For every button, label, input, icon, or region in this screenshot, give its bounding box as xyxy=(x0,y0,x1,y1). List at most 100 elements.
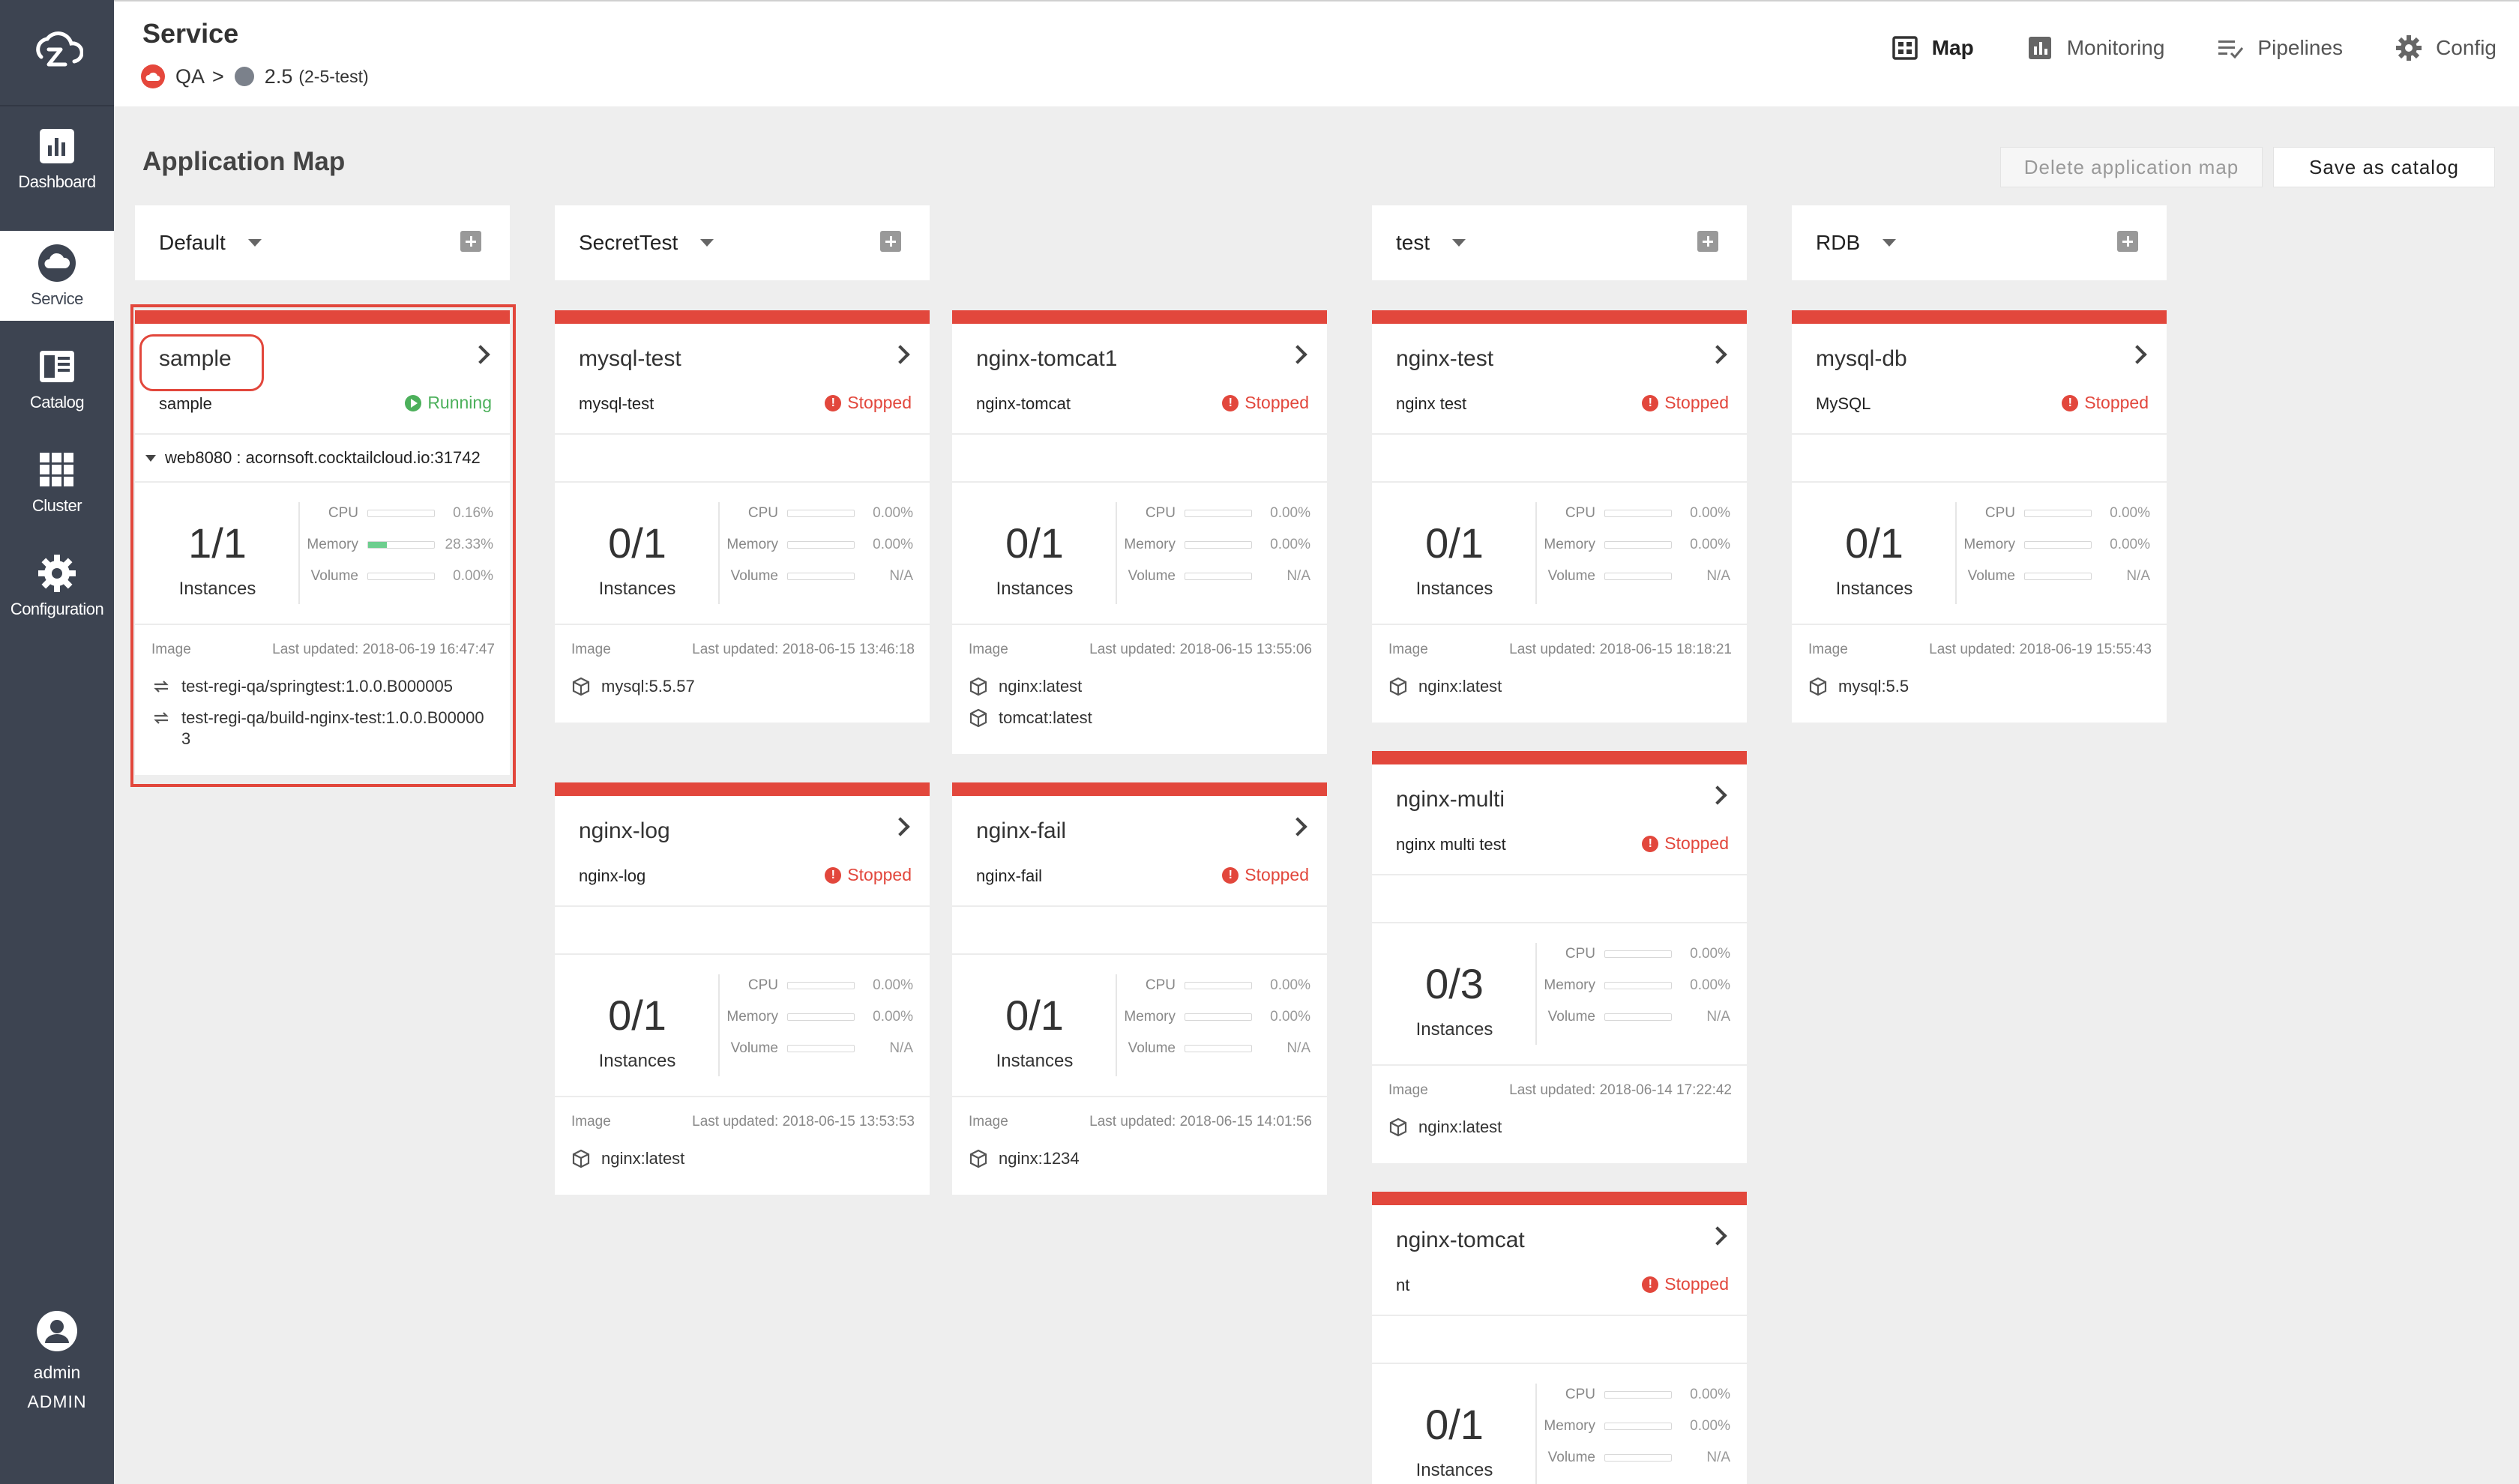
metric-bar xyxy=(787,510,855,517)
group-name: test xyxy=(1396,231,1430,254)
metric-volume: Volume N/A xyxy=(1110,565,1319,588)
metrics-panel: 0/1 Instances CPU 0.00% Memory 0.00% Volume N/A xyxy=(952,955,1327,1097)
metric-value: 0.00% xyxy=(1690,505,1730,521)
chevron-down-icon[interactable] xyxy=(1883,239,1897,247)
service-name[interactable]: nginx-tomcat1 xyxy=(976,346,1117,372)
delete-application-map-button[interactable]: Delete application map xyxy=(2000,147,2263,187)
workspace-icon xyxy=(234,67,254,86)
chevron-right-icon[interactable] xyxy=(1288,345,1307,364)
add-service-icon[interactable] xyxy=(880,231,901,252)
sidebar-item-service[interactable]: Service xyxy=(0,231,114,321)
service-name[interactable]: nginx-fail xyxy=(976,818,1066,844)
add-service-icon[interactable] xyxy=(1697,231,1718,252)
card-header: mysql-db MySQL Stopped xyxy=(1792,324,2167,435)
metric-bar xyxy=(1185,982,1252,989)
metric-bar xyxy=(1185,541,1252,549)
sidebar-item-label: Dashboard xyxy=(18,172,96,191)
image-name: nginx:latest xyxy=(601,1149,685,1168)
warning-icon xyxy=(1642,835,1659,852)
breadcrumb-version[interactable]: 2.5 xyxy=(265,65,293,88)
app-logo[interactable] xyxy=(0,0,114,106)
metric-value: N/A xyxy=(889,568,913,584)
image-cube-icon xyxy=(572,1149,590,1168)
service-name[interactable]: mysql-db xyxy=(1816,346,1907,372)
chevron-right-icon[interactable] xyxy=(1708,785,1727,805)
image-name: nginx:1234 xyxy=(999,1149,1080,1168)
image-cube-icon xyxy=(1809,677,1827,696)
chevron-right-icon[interactable] xyxy=(1708,345,1727,364)
metric-value: N/A xyxy=(1706,1450,1730,1465)
metric-label: Volume xyxy=(1547,1009,1595,1025)
tab-label: Config xyxy=(2436,36,2497,59)
metric-value: 0.00% xyxy=(1270,505,1310,521)
chevron-down-icon[interactable] xyxy=(1452,239,1466,247)
breadcrumb-separator: > xyxy=(212,64,224,88)
metric-volume: Volume N/A xyxy=(1949,565,2159,588)
cluster-icon xyxy=(40,453,73,486)
last-updated: Last updated: 2018-06-15 13:53:53 xyxy=(692,1114,915,1129)
service-card[interactable]: nginx-log nginx-log Stopped 0/1 Instances CPU… xyxy=(555,782,930,1195)
chevron-right-icon[interactable] xyxy=(891,817,910,836)
breadcrumb-cluster[interactable]: QA xyxy=(175,65,205,88)
image-section: Image Last updated: 2018-06-19 15:55:43 my… xyxy=(1792,625,2167,723)
image-label: Image xyxy=(571,642,611,657)
metric-volume: Volume N/A xyxy=(1529,1447,1739,1469)
metric-value: 0.00% xyxy=(1690,1387,1730,1402)
image-cube-icon xyxy=(1389,1117,1407,1137)
chevron-down-icon[interactable] xyxy=(247,239,262,247)
metric-value: N/A xyxy=(1286,1040,1310,1056)
metric-volume: Volume N/A xyxy=(1529,565,1739,588)
user-profile[interactable]: admin ADMIN xyxy=(0,1289,114,1484)
chevron-down-icon[interactable] xyxy=(700,239,714,247)
service-card[interactable]: mysql-db MySQL Stopped 0/1 Instances CPU 0.00%… xyxy=(1792,310,2167,723)
metric-label: Memory xyxy=(1963,537,2015,552)
metric-bar xyxy=(787,541,855,549)
metric-bar xyxy=(1604,510,1672,517)
service-card[interactable]: nginx-fail nginx-fail Stopped 0/1 Instances C… xyxy=(952,782,1327,1195)
service-name[interactable]: nginx-test xyxy=(1396,346,1493,372)
add-service-icon[interactable] xyxy=(460,231,481,252)
service-name[interactable]: nginx-log xyxy=(579,818,670,844)
service-card[interactable]: nginx-tomcat nt Stopped 0/1 Instances CPU 0.00… xyxy=(1372,1192,1747,1484)
group-header-secrettest[interactable]: SecretTest xyxy=(555,205,930,280)
sidebar-item-catalog[interactable]: Catalog xyxy=(0,334,114,424)
status-badge: Stopped xyxy=(825,865,912,885)
metric-value: 0.00% xyxy=(2110,505,2150,521)
service-card[interactable]: nginx-tomcat1 nginx-tomcat Stopped 0/1 Insta… xyxy=(952,310,1327,754)
sidebar-item-label: Configuration xyxy=(10,600,104,618)
tab-monitoring[interactable]: Monitoring xyxy=(2026,34,2164,61)
group-header-test[interactable]: test xyxy=(1372,205,1747,280)
tab-pipelines[interactable]: Pipelines xyxy=(2217,34,2343,61)
status-text: Stopped xyxy=(1664,393,1729,412)
metric-volume: Volume N/A xyxy=(712,1037,922,1060)
chevron-right-icon[interactable] xyxy=(891,345,910,364)
instance-count: 0/3 xyxy=(1425,960,1484,1007)
chevron-right-icon[interactable] xyxy=(1708,1226,1727,1246)
sidebar-item-dashboard[interactable]: Dashboard xyxy=(0,114,114,204)
metric-memory: Memory 0.00% xyxy=(1949,534,2159,556)
service-name[interactable]: nginx-tomcat xyxy=(1396,1228,1525,1253)
service-name[interactable]: mysql-test xyxy=(579,346,681,372)
service-card[interactable]: nginx-multi nginx multi test Stopped 0/3 Ins… xyxy=(1372,751,1747,1163)
sidebar-item-configuration[interactable]: Configuration xyxy=(0,541,114,631)
tab-config[interactable]: Config xyxy=(2395,34,2497,61)
service-name[interactable]: nginx-multi xyxy=(1396,787,1505,812)
service-card[interactable]: nginx-test nginx test Stopped 0/1 Instances C… xyxy=(1372,310,1747,723)
group-header-default[interactable]: Default xyxy=(135,205,510,280)
chevron-right-icon[interactable] xyxy=(2128,345,2147,364)
group-header-rdb[interactable]: RDB xyxy=(1792,205,2167,280)
save-as-catalog-button[interactable]: Save as catalog xyxy=(2273,147,2495,187)
chevron-right-icon[interactable] xyxy=(1288,817,1307,836)
warning-icon xyxy=(825,866,842,884)
breadcrumb: QA > 2.5 (2-5-test) xyxy=(141,64,369,88)
sidebar-item-cluster[interactable]: Cluster xyxy=(0,438,114,528)
service-card[interactable]: mysql-test mysql-test Stopped 0/1 Instances C… xyxy=(555,310,930,723)
add-service-icon[interactable] xyxy=(2117,231,2138,252)
card-spacer xyxy=(1372,1316,1747,1364)
tab-map[interactable]: Map xyxy=(1891,34,1974,61)
tab-label: Map xyxy=(1931,36,1974,59)
status-text: Stopped xyxy=(847,393,912,412)
metric-bar xyxy=(1185,1013,1252,1021)
metric-label: Memory xyxy=(1124,537,1176,552)
image-label: Image xyxy=(969,642,1008,657)
